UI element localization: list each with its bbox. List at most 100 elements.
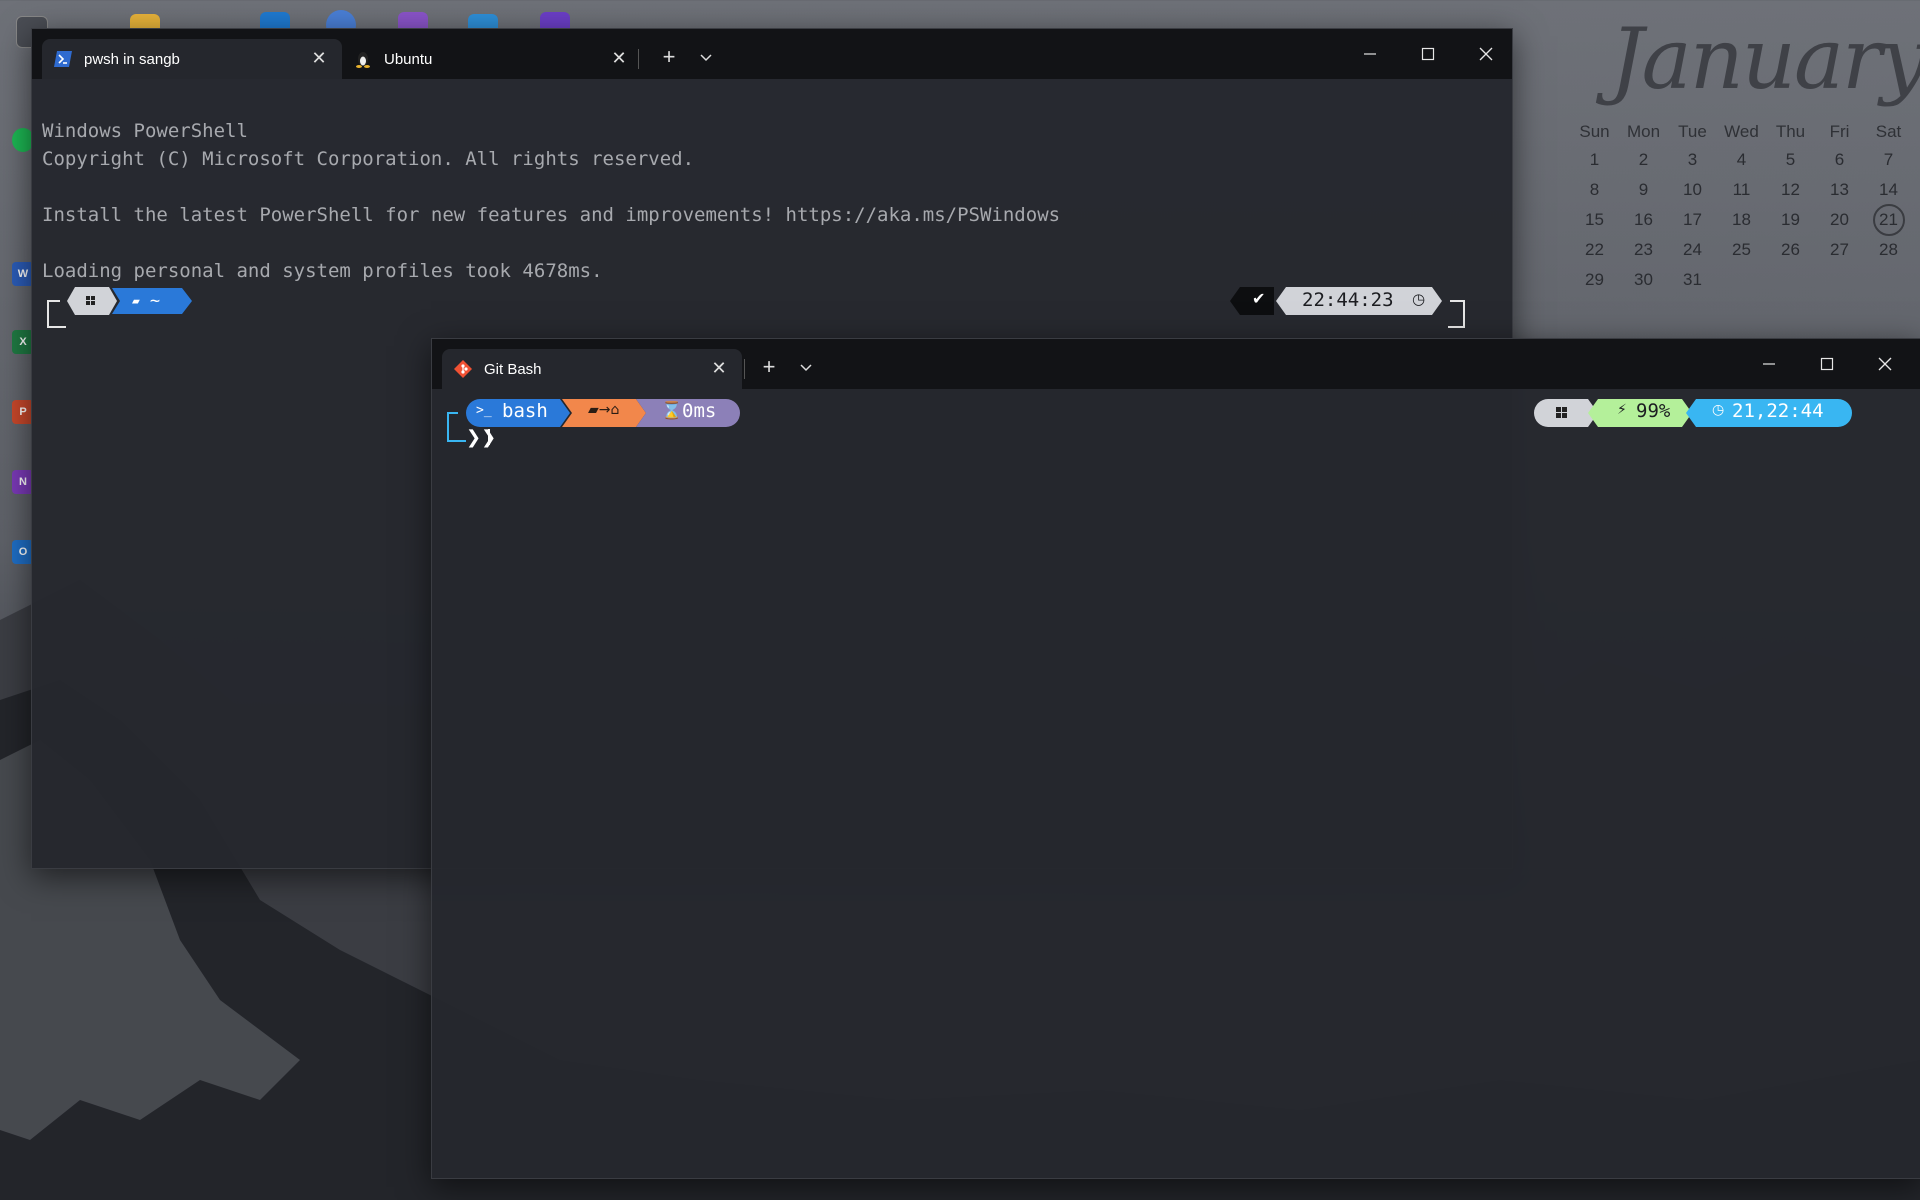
- calendar-day-number: 5: [1785, 150, 1796, 169]
- prompt-bracket-right: [1448, 300, 1465, 328]
- calendar-day[interactable]: 14: [1864, 178, 1913, 202]
- calendar-day-number: 9: [1638, 180, 1649, 199]
- calendar-widget: January Sun Mon Tue Wed Thu Fri Sat 1 2 3 4 5 6 7 8 9 10…: [1570, 10, 1920, 330]
- calendar-day-number: 27: [1830, 240, 1849, 259]
- calendar-day[interactable]: 20: [1815, 208, 1864, 232]
- tab-ubuntu[interactable]: Ubuntu ✕: [342, 39, 642, 79]
- terminal-line: Install the latest PowerShell for new fe…: [42, 204, 1061, 226]
- calendar-day-number: 29: [1585, 270, 1604, 289]
- calendar-day-number: 2: [1638, 150, 1649, 169]
- calendar-day[interactable]: 4: [1717, 148, 1766, 172]
- tab-dropdown-button[interactable]: [695, 43, 717, 71]
- calendar-day-number: 13: [1830, 180, 1849, 199]
- maximize-icon: [1421, 47, 1435, 61]
- calendar-day[interactable]: 22: [1570, 238, 1619, 262]
- calendar-day[interactable]: 9: [1619, 178, 1668, 202]
- calendar-day-number: 1: [1589, 150, 1600, 169]
- calendar-day[interactable]: 3: [1668, 148, 1717, 172]
- calendar-day[interactable]: 25: [1717, 238, 1766, 262]
- calendar-day[interactable]: 16: [1619, 208, 1668, 232]
- calendar-day[interactable]: 1: [1570, 148, 1619, 172]
- tab-label: Git Bash: [484, 360, 542, 378]
- new-tab-button[interactable]: +: [755, 353, 783, 381]
- calendar-day[interactable]: 24: [1668, 238, 1717, 262]
- maximize-button[interactable]: [1799, 339, 1855, 389]
- calendar-day-number: 23: [1634, 240, 1653, 259]
- calendar-day[interactable]: 30: [1619, 268, 1668, 292]
- prompt-time: 22:44:23: [1302, 289, 1394, 311]
- close-tab-icon[interactable]: ✕: [710, 359, 728, 377]
- calendar-day-number: 30: [1634, 270, 1653, 289]
- close-button[interactable]: [1857, 339, 1913, 389]
- prompt-path: ~: [149, 291, 161, 311]
- git-icon: [454, 360, 472, 378]
- close-tab-icon[interactable]: ✕: [310, 49, 328, 67]
- calendar-day-number: 15: [1585, 210, 1604, 229]
- calendar-clock-icon: ◷: [1712, 402, 1725, 418]
- title-bar[interactable]: Git Bash ✕ +: [432, 339, 1920, 389]
- terminal-prompt-icon: >_: [476, 403, 492, 418]
- calendar-weekday: Fri: [1829, 122, 1850, 141]
- windows-terminal-git-bash[interactable]: Git Bash ✕ + >_ bash ▰→⌂ ⌛ 0ms ❯❯ ⚡ 99% …: [431, 338, 1920, 1179]
- calendar-day[interactable]: 23: [1619, 238, 1668, 262]
- calendar-day-number: 7: [1883, 150, 1894, 169]
- calendar-day[interactable]: 6: [1815, 148, 1864, 172]
- tab-pwsh[interactable]: pwsh in sangb ✕: [42, 39, 342, 79]
- calendar-day[interactable]: 21: [1864, 204, 1913, 236]
- prompt-cursor: ❯❯: [466, 427, 497, 448]
- title-bar[interactable]: pwsh in sangb ✕ Ubuntu ✕ +: [32, 29, 1512, 79]
- calendar-day[interactable]: 19: [1766, 208, 1815, 232]
- calendar-day[interactable]: 29: [1570, 268, 1619, 292]
- powershell-icon: [54, 50, 72, 68]
- calendar-day[interactable]: 31: [1668, 268, 1717, 292]
- calendar-day[interactable]: 18: [1717, 208, 1766, 232]
- calendar-day[interactable]: 10: [1668, 178, 1717, 202]
- calendar-weekday: Sun: [1579, 122, 1610, 141]
- calendar-day[interactable]: 5: [1766, 148, 1815, 172]
- calendar-day[interactable]: 8: [1570, 178, 1619, 202]
- tab-divider: [638, 49, 639, 69]
- calendar-day-number: 4: [1736, 150, 1747, 169]
- tab-dropdown-button[interactable]: [795, 353, 817, 381]
- calendar-day[interactable]: 17: [1668, 208, 1717, 232]
- folder-icon: ▰: [132, 293, 140, 309]
- minimize-icon: [1763, 363, 1775, 365]
- calendar-day[interactable]: 28: [1864, 238, 1913, 262]
- calendar-day-number: 6: [1834, 150, 1845, 169]
- calendar-grid: Sun Mon Tue Wed Thu Fri Sat 1 2 3 4 5 6 7 8 9 10 11 12 13 14…: [1570, 122, 1913, 292]
- terminal-line: Copyright (C) Microsoft Corporation. All…: [42, 148, 695, 170]
- close-icon: [1479, 47, 1493, 61]
- calendar-day[interactable]: 12: [1766, 178, 1815, 202]
- tab-git-bash[interactable]: Git Bash ✕: [442, 349, 742, 389]
- calendar-day-number: 18: [1732, 210, 1751, 229]
- calendar-day[interactable]: 15: [1570, 208, 1619, 232]
- close-tab-icon[interactable]: ✕: [610, 49, 628, 67]
- minimize-button[interactable]: [1342, 29, 1398, 79]
- calendar-day: [1864, 268, 1913, 292]
- close-button[interactable]: [1458, 29, 1514, 79]
- minimize-button[interactable]: [1741, 339, 1797, 389]
- calendar-day[interactable]: 27: [1815, 238, 1864, 262]
- calendar-day-number: 8: [1589, 180, 1600, 199]
- maximize-button[interactable]: [1400, 29, 1456, 79]
- hourglass-icon: ⌛: [661, 401, 683, 421]
- minimize-icon: [1364, 53, 1376, 55]
- calendar-day-number: 10: [1683, 180, 1702, 199]
- calendar-day[interactable]: 2: [1619, 148, 1668, 172]
- plug-icon: ⚡: [1617, 402, 1627, 418]
- calendar-day[interactable]: 13: [1815, 178, 1864, 202]
- calendar-day[interactable]: 11: [1717, 178, 1766, 202]
- new-tab-button[interactable]: +: [655, 43, 683, 71]
- calendar-day[interactable]: 7: [1864, 148, 1913, 172]
- calendar-day-number: 20: [1830, 210, 1849, 229]
- folder-home-icon: ▰→⌂: [588, 402, 620, 418]
- calendar-day-number: 22: [1585, 240, 1604, 259]
- calendar-day: [1815, 268, 1864, 292]
- clock-icon: ◷: [1412, 290, 1426, 308]
- terminal-line: Loading personal and system profiles too…: [42, 260, 603, 282]
- tab-divider: [744, 359, 745, 379]
- calendar-day[interactable]: 26: [1766, 238, 1815, 262]
- chevron-down-icon: [700, 54, 712, 62]
- terminal-output[interactable]: >_ bash ▰→⌂ ⌛ 0ms ❯❯ ⚡ 99% ◷ 21,22:44: [432, 389, 1920, 1178]
- path-segment: ▰ ~: [112, 288, 192, 314]
